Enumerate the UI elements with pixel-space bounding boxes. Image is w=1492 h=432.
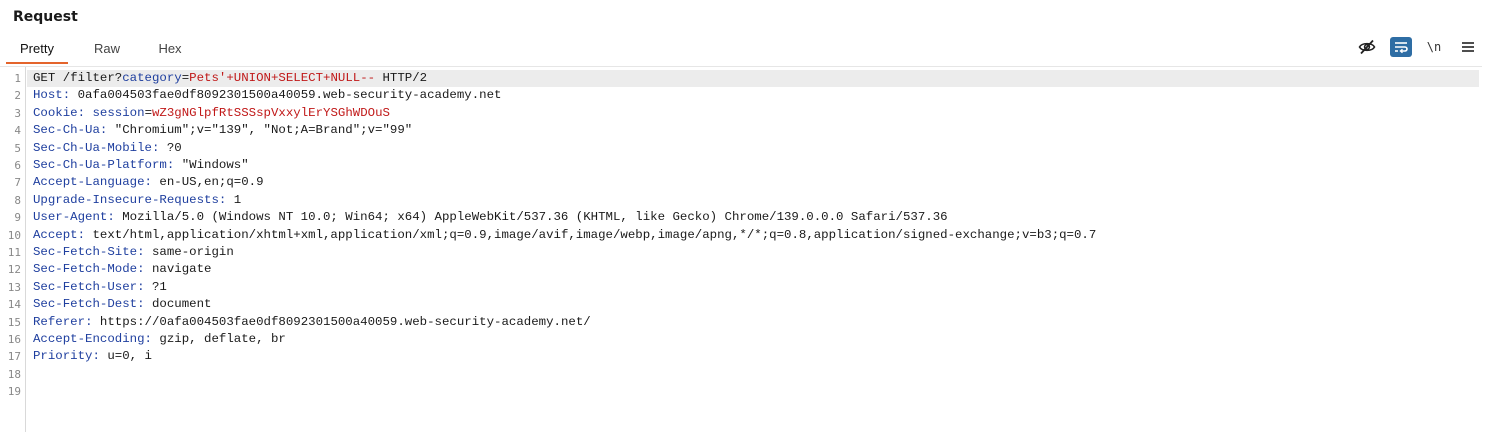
header-value: ?0 bbox=[159, 140, 182, 155]
cookie-name: session bbox=[92, 105, 145, 120]
header-name: Upgrade-Insecure-Requests bbox=[33, 192, 219, 207]
header-line: Sec-Fetch-Site: same-origin bbox=[33, 245, 234, 259]
header-name: Sec-Fetch-User bbox=[33, 279, 138, 294]
header-value: text/html,application/xhtml+xml,applicat… bbox=[85, 227, 1097, 242]
header-name: User-Agent bbox=[33, 210, 108, 225]
tab-hex[interactable]: Hex bbox=[145, 36, 195, 62]
cookie-value: wZ3gNGlpfRtSSSspVxxylErYSGhWDOuS bbox=[152, 105, 390, 120]
line-number: 13 bbox=[7, 280, 21, 294]
line-number: 11 bbox=[7, 246, 21, 259]
line-number: 14 bbox=[7, 298, 21, 312]
line-number: 19 bbox=[7, 385, 21, 399]
wrap-lines-icon[interactable] bbox=[1390, 37, 1412, 57]
newline-icon[interactable]: \n bbox=[1423, 37, 1445, 57]
view-tabs: Pretty Raw Hex bbox=[0, 36, 1492, 64]
header-name: Sec-Ch-Ua-Platform bbox=[33, 158, 167, 172]
request-line-suffix: HTTP/2 bbox=[375, 71, 428, 85]
header-line: User-Agent: Mozilla/5.0 (Windows NT 10.0… bbox=[33, 210, 948, 225]
header-value: "Chromium";v="139", "Not;A=Brand";v="99" bbox=[107, 123, 413, 138]
header-name: Priority bbox=[33, 349, 93, 364]
request-line-prefix: GET /filter? bbox=[33, 71, 123, 85]
tab-pretty[interactable]: Pretty bbox=[6, 36, 68, 64]
header-name: Referer bbox=[33, 314, 86, 329]
line-number: 12 bbox=[7, 263, 21, 277]
line-number: 15 bbox=[7, 315, 21, 329]
panel-title: Request bbox=[13, 9, 78, 25]
header-line: Accept-Language: en-US,en;q=0.9 bbox=[33, 175, 264, 190]
line-number: 10 bbox=[7, 228, 21, 242]
line-number: 3 bbox=[14, 106, 21, 120]
request-editor[interactable]: 1 2 3 4 5 6 7 8 9 10 11 12 13 14 15 16 1… bbox=[0, 66, 1492, 432]
header-line-cookie: Cookie: session=wZ3gNGlpfRtSSSspVxxylErY… bbox=[33, 105, 390, 120]
header-name: Sec-Ch-Ua-Mobile bbox=[33, 140, 152, 155]
header-value: 0afa004503fae0df8092301500a40059.web-sec… bbox=[70, 88, 502, 103]
header-name: Host bbox=[33, 88, 63, 103]
header-line: Accept-Encoding: gzip, deflate, br bbox=[33, 332, 286, 346]
query-param-name: category bbox=[122, 71, 182, 85]
line-number: 8 bbox=[14, 193, 21, 207]
newline-label: \n bbox=[1426, 40, 1442, 54]
tab-raw[interactable]: Raw bbox=[80, 36, 134, 62]
header-value: https://0afa004503fae0df8092301500a40059… bbox=[92, 314, 591, 329]
header-line: Sec-Fetch-Mode: navigate bbox=[33, 262, 212, 277]
line-number: 1 bbox=[14, 72, 21, 85]
line-number: 2 bbox=[14, 89, 21, 103]
header-name: Sec-Fetch-Mode bbox=[33, 262, 138, 277]
header-name: Sec-Fetch-Site bbox=[33, 245, 138, 259]
header-name: Cookie bbox=[33, 105, 78, 120]
header-value: gzip, deflate, br bbox=[151, 332, 286, 346]
line-number: 6 bbox=[14, 159, 21, 172]
header-line: Upgrade-Insecure-Requests: 1 bbox=[33, 192, 242, 207]
line-number: 7 bbox=[14, 176, 21, 190]
header-value: Mozilla/5.0 (Windows NT 10.0; Win64; x64… bbox=[114, 210, 948, 225]
header-line: Priority: u=0, i bbox=[33, 349, 152, 364]
line-number: 5 bbox=[14, 141, 21, 155]
header-value: navigate bbox=[144, 262, 212, 277]
request-line: GET /filter?category=Pets'+UNION+SELECT+… bbox=[33, 70, 427, 87]
header-name: Accept-Encoding bbox=[33, 332, 145, 346]
line-number: 17 bbox=[7, 350, 21, 364]
vertical-scrollbar[interactable] bbox=[1482, 66, 1492, 431]
header-name: Accept bbox=[33, 227, 78, 242]
header-value: "Windows" bbox=[174, 158, 249, 172]
header-line: Referer: https://0afa004503fae0df8092301… bbox=[33, 314, 591, 329]
header-value: en-US,en;q=0.9 bbox=[151, 175, 264, 190]
query-param-value: Pets'+UNION+SELECT+NULL-- bbox=[189, 71, 376, 85]
header-line: Accept: text/html,application/xhtml+xml,… bbox=[33, 227, 1097, 242]
header-line: Sec-Ch-Ua-Mobile: ?0 bbox=[33, 140, 182, 155]
header-line: Sec-Fetch-User: ?1 bbox=[33, 279, 167, 294]
header-line: Sec-Ch-Ua-Platform: "Windows" bbox=[33, 158, 249, 172]
header-name: Sec-Ch-Ua bbox=[33, 123, 100, 138]
header-name: Sec-Fetch-Dest bbox=[33, 297, 138, 312]
header-name: Accept-Language bbox=[33, 175, 145, 190]
eye-off-icon[interactable] bbox=[1356, 37, 1378, 57]
line-number: 4 bbox=[14, 124, 21, 138]
header-value: u=0, i bbox=[99, 349, 152, 364]
header-line: Sec-Fetch-Dest: document bbox=[33, 297, 212, 312]
header-value: 1 bbox=[226, 192, 242, 207]
line-number: 16 bbox=[7, 333, 21, 346]
header-value: document bbox=[144, 297, 212, 312]
line-number: 9 bbox=[14, 211, 21, 225]
cookie-equals: = bbox=[144, 105, 152, 120]
header-line: Sec-Ch-Ua: "Chromium";v="139", "Not;A=Br… bbox=[33, 123, 413, 138]
header-value: same-origin bbox=[144, 245, 234, 259]
header-line-host: Host: 0afa004503fae0df8092301500a40059.w… bbox=[33, 88, 502, 103]
line-number: 18 bbox=[7, 367, 21, 381]
menu-icon[interactable] bbox=[1457, 37, 1479, 57]
header-value: ?1 bbox=[144, 279, 167, 294]
